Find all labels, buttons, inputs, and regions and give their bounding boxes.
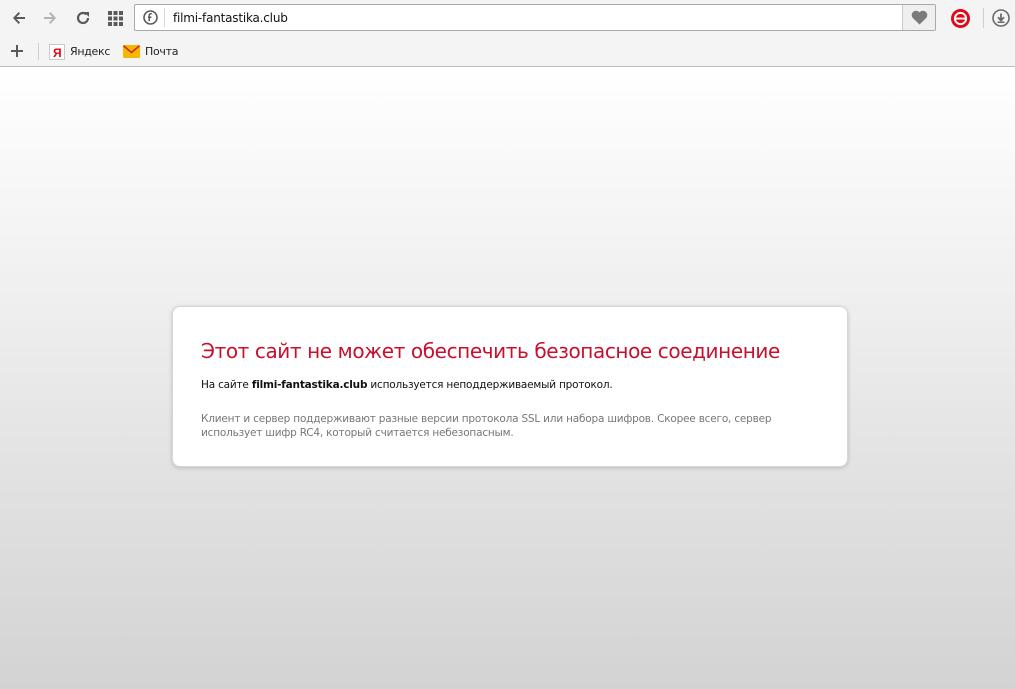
heart-icon — [911, 10, 927, 25]
download-icon — [992, 9, 1010, 27]
error-card: Этот сайт не может обеспечить безопасное… — [172, 306, 848, 467]
bookmarks-bar: Я Яндекс Почта — [0, 36, 1015, 67]
reload-icon — [76, 11, 90, 25]
error-line-suffix: используется неподдерживаемый протокол. — [367, 379, 613, 391]
forward-arrow-icon — [44, 12, 56, 24]
bookmark-mail[interactable]: Почта — [123, 43, 178, 60]
error-line-prefix: На сайте — [201, 379, 252, 391]
add-bookmark-button[interactable] — [8, 42, 26, 60]
bookmark-label: Яндекс — [70, 45, 111, 58]
site-info-icon[interactable] — [143, 10, 158, 25]
extension-button[interactable] — [949, 7, 971, 29]
error-summary: На сайте filmi-fantastika.club используе… — [201, 379, 613, 391]
error-domain: filmi-fantastika.club — [251, 379, 368, 391]
mail-icon — [123, 45, 140, 58]
address-divider — [164, 8, 165, 27]
error-details: Клиент и сервер поддерживают разные верс… — [201, 413, 772, 439]
bookmark-yandex[interactable]: Я Яндекс — [49, 43, 110, 60]
error-page: Этот сайт не может обеспечить безопасное… — [0, 67, 1015, 689]
plus-icon — [11, 45, 23, 57]
forward-button[interactable] — [39, 7, 61, 29]
error-title: Этот сайт не может обеспечить безопасное… — [201, 339, 780, 363]
downloads-button[interactable] — [990, 7, 1012, 29]
browser-toolbar: filmi-fantastika.club — [0, 0, 1015, 36]
bookmarks-separator — [38, 43, 39, 60]
back-arrow-icon — [13, 12, 25, 24]
url-text[interactable]: filmi-fantastika.club — [173, 11, 288, 25]
address-bar[interactable]: filmi-fantastika.club — [134, 4, 936, 31]
svg-text:Я: Я — [53, 46, 61, 60]
back-button[interactable] — [8, 7, 30, 29]
bookmark-label: Почта — [145, 45, 179, 58]
grid-icon — [107, 10, 123, 26]
reload-button[interactable] — [72, 7, 94, 29]
add-to-favorites-button[interactable] — [902, 5, 935, 30]
speed-dial-button[interactable] — [104, 7, 126, 29]
toolbar-separator — [983, 8, 984, 28]
extension-e-icon — [950, 8, 970, 28]
yandex-icon: Я — [49, 43, 65, 60]
